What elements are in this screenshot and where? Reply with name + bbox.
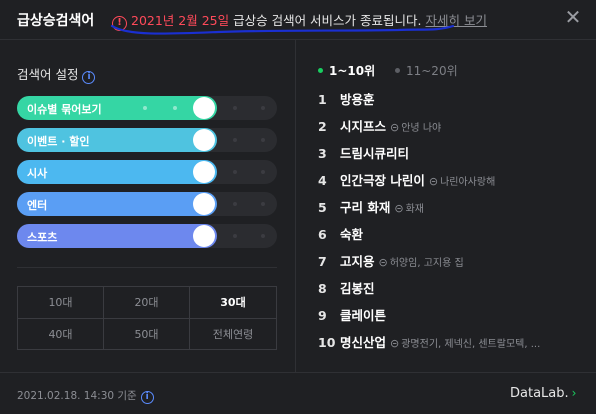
header-bar: 급상승검색어 ! 2021년 2월 25일 급상승 검색어 서비스가 종료됩니다.… [0, 0, 596, 40]
info-icon[interactable]: i [140, 391, 154, 404]
list-item[interactable]: 8 김봉진 [318, 278, 580, 305]
age-option-40s[interactable]: 40대 [18, 319, 104, 350]
rank-tabs: 1~10위 11~20위 [318, 62, 474, 79]
keyword[interactable]: 김봉진 [340, 281, 375, 296]
related-keywords[interactable]: 화재 [406, 204, 424, 215]
toggle-dot [233, 138, 237, 142]
related-keywords[interactable]: 허양임, 고지용 집 [390, 258, 464, 269]
handwritten-underline [110, 24, 455, 35]
toggle-knob[interactable] [193, 225, 215, 247]
list-item[interactable]: 9 클레이튼 [318, 305, 580, 332]
tab-label: 1~10위 [329, 64, 376, 78]
rank-number: 10 [318, 335, 336, 350]
list-item[interactable]: 2 시지프스 ⊝ 안녕 나야 [318, 116, 580, 143]
toggle-label: 이슈별 묶어보기 [27, 103, 102, 116]
page-title: 급상승검색어 [17, 13, 95, 29]
list-item[interactable]: 4 인간극장 나린이 ⊝ 나린아사랑해 [318, 170, 580, 197]
settings-title: 검색어 설정 i [17, 64, 96, 84]
toggle-dot [143, 106, 147, 110]
rank-number: 1 [318, 92, 327, 107]
toggle-entertainment[interactable]: 엔터 [17, 192, 277, 216]
tab-dot [394, 68, 400, 73]
footer-bar: 2021.02.18. 14:30 기준 i DataLab. › [0, 372, 596, 414]
toggle-dot [261, 234, 265, 238]
toggle-dot [233, 106, 237, 110]
toggle-dot [233, 202, 237, 206]
related-keywords[interactable]: 광명전기, 제넥신, 센트랄모텍, ... [401, 339, 540, 350]
link-icon: ⊝ [394, 202, 404, 215]
age-option-20s[interactable]: 20대 [104, 287, 190, 319]
divider [17, 267, 277, 268]
toggle-knob[interactable] [193, 97, 215, 119]
ranking-list: 1 방용훈 2 시지프스 ⊝ 안녕 나야 3 드림시큐리티 4 인간극장 나린이 ⊝ 나린아사랑… [318, 89, 580, 359]
toggle-label: 스포츠 [27, 231, 58, 244]
rank-number: 7 [318, 254, 327, 269]
list-item[interactable]: 5 구리 화재 ⊝ 화재 [318, 197, 580, 224]
chevron-right-icon: › [571, 386, 577, 400]
toggle-dot [233, 234, 237, 238]
toggle-knob[interactable] [193, 129, 215, 151]
keyword[interactable]: 클레이튼 [340, 308, 386, 323]
list-item[interactable]: 1 방용훈 [318, 89, 580, 116]
tab-rank-1-10[interactable]: 1~10위 [318, 62, 375, 79]
timestamp-text: 2021.02.18. 14:30 기준 [17, 390, 137, 402]
keyword[interactable]: 고지용 [340, 254, 375, 269]
link-icon: ⊝ [390, 337, 400, 350]
related-keywords[interactable]: 안녕 나야 [401, 123, 441, 134]
toggle-dot [173, 106, 177, 110]
age-option-50s[interactable]: 50대 [104, 319, 190, 350]
list-item[interactable]: 7 고지용 ⊝ 허양임, 고지용 집 [318, 251, 580, 278]
datalab-link[interactable]: DataLab. › [510, 386, 576, 401]
rank-number: 8 [318, 281, 327, 296]
rank-number: 4 [318, 173, 327, 188]
settings-panel: 검색어 설정 i 이슈별 묶어보기 이벤트 · 할인 시사 엔터 스포츠 10대… [0, 40, 296, 372]
rank-number: 2 [318, 119, 327, 134]
age-filter-grid: 10대 20대 30대 40대 50대 전체연령 [17, 286, 277, 350]
toggle-issue-grouping[interactable]: 이슈별 묶어보기 [17, 96, 277, 120]
keyword[interactable]: 시지프스 [340, 119, 386, 134]
timestamp: 2021.02.18. 14:30 기준 i [17, 388, 154, 404]
toggle-dot [261, 202, 265, 206]
toggle-label: 이벤트 · 할인 [27, 135, 90, 148]
toggle-dot [233, 170, 237, 174]
age-option-10s[interactable]: 10대 [18, 287, 104, 319]
toggle-label: 시사 [27, 167, 48, 180]
keyword[interactable]: 숙환 [340, 227, 363, 242]
rank-number: 6 [318, 227, 327, 242]
tab-dot [318, 68, 323, 73]
toggle-events-discounts[interactable]: 이벤트 · 할인 [17, 128, 277, 152]
related-keywords[interactable]: 나린아사랑해 [440, 177, 495, 188]
toggle-dot [261, 170, 265, 174]
rank-number: 9 [318, 308, 327, 323]
age-option-30s[interactable]: 30대 [190, 287, 276, 319]
keyword[interactable]: 드림시큐리티 [340, 146, 409, 161]
rank-number: 3 [318, 146, 327, 161]
list-item[interactable]: 3 드림시큐리티 [318, 143, 580, 170]
info-icon[interactable]: i [82, 71, 96, 84]
tab-label: 11~20위 [405, 64, 458, 78]
link-icon: ⊝ [428, 175, 439, 188]
settings-title-text: 검색어 설정 [17, 67, 79, 82]
toggle-label: 엔터 [27, 199, 48, 212]
category-toggles: 이슈별 묶어보기 이벤트 · 할인 시사 엔터 스포츠 [17, 96, 277, 256]
keyword[interactable]: 인간극장 나린이 [340, 173, 425, 188]
keyword[interactable]: 명신산업 [340, 335, 386, 350]
rank-number: 5 [318, 200, 327, 215]
tab-rank-11-20[interactable]: 11~20위 [394, 62, 458, 79]
list-item[interactable]: 10 명신산업 ⊝ 광명전기, 제넥신, 센트랄모텍, ... [318, 332, 580, 359]
close-icon[interactable]: ✕ [563, 7, 583, 27]
link-icon: ⊝ [378, 256, 388, 269]
toggle-dot [261, 138, 265, 142]
keyword[interactable]: 방용훈 [340, 92, 375, 107]
link-icon: ⊝ [390, 121, 400, 134]
toggle-dot [261, 106, 265, 110]
toggle-sports[interactable]: 스포츠 [17, 224, 277, 248]
keyword[interactable]: 구리 화재 [340, 200, 390, 215]
age-option-all[interactable]: 전체연령 [190, 319, 276, 350]
toggle-knob[interactable] [193, 161, 215, 183]
datalab-brand: DataLab. [510, 386, 569, 401]
toggle-knob[interactable] [193, 193, 215, 215]
toggle-current-affairs[interactable]: 시사 [17, 160, 277, 184]
list-item[interactable]: 6 숙환 [318, 224, 580, 251]
